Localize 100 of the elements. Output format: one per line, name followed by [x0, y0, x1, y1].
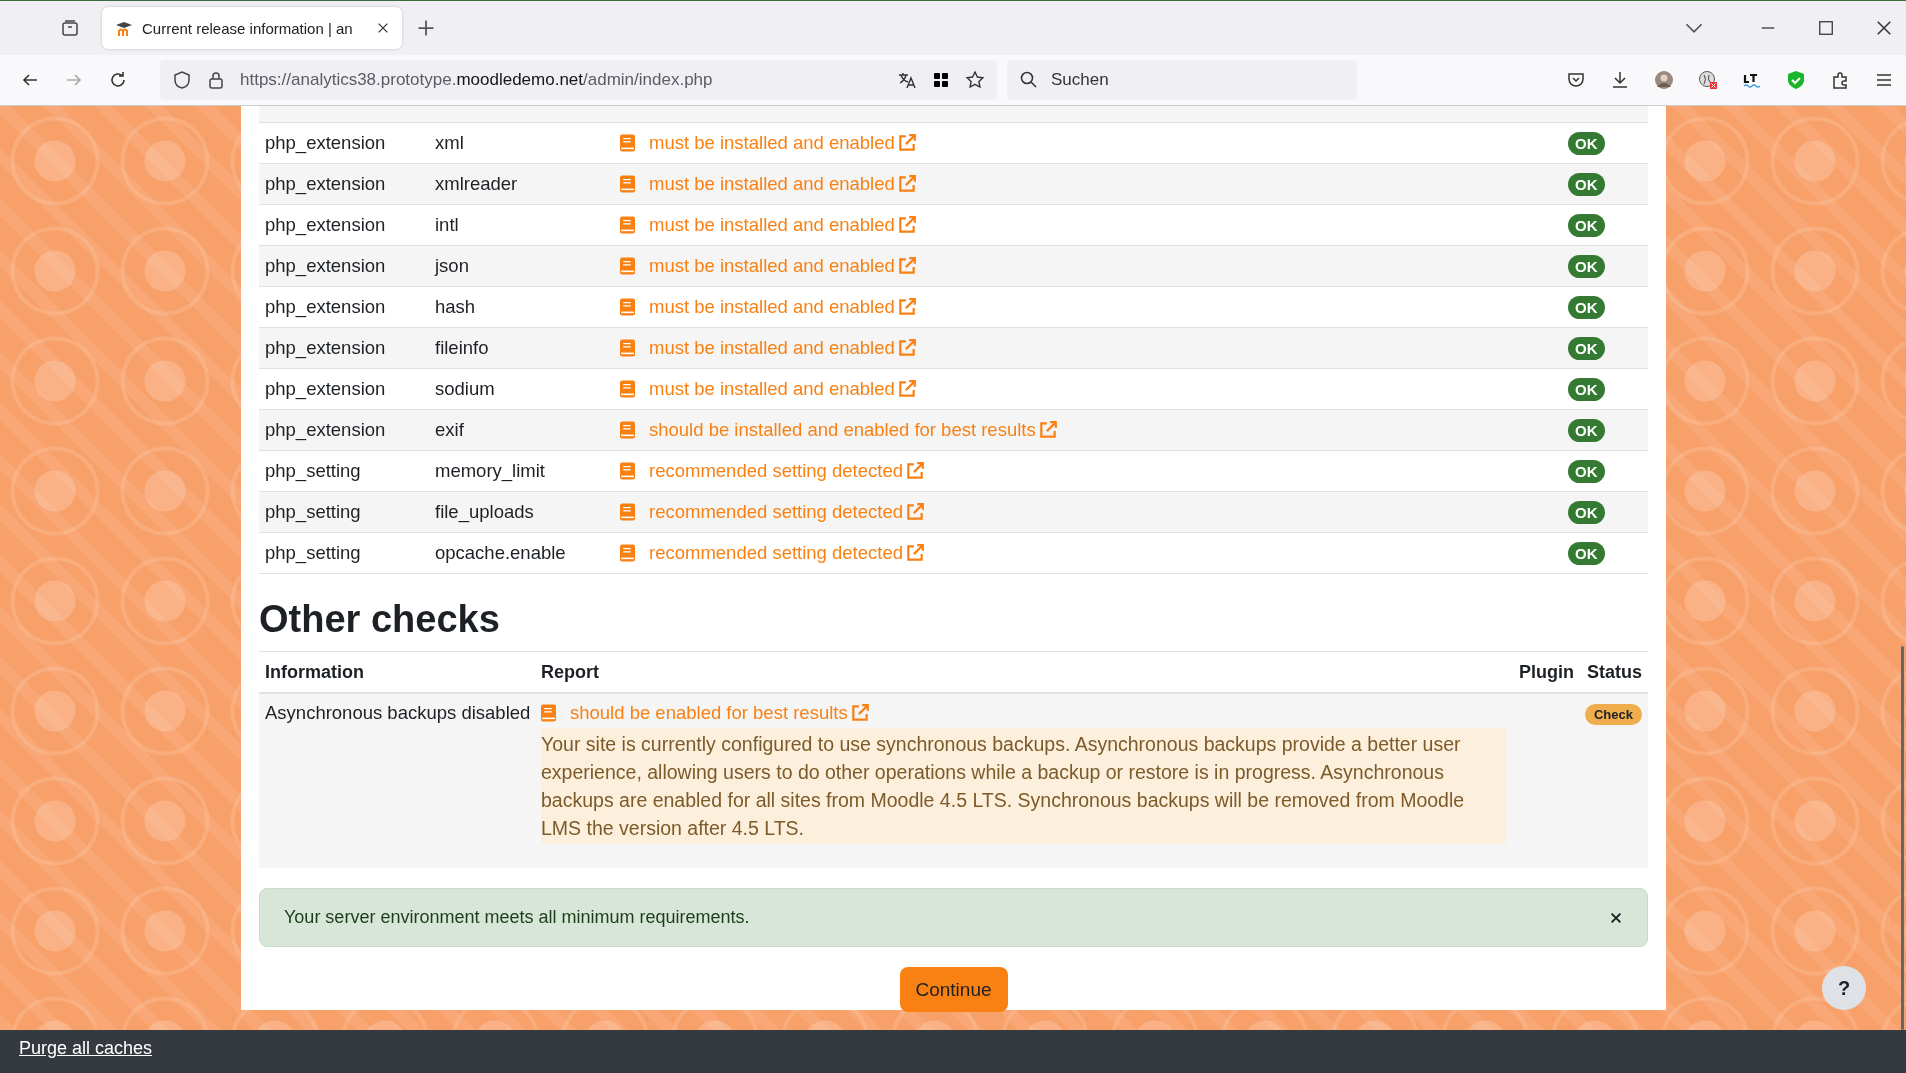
table-cell-text: fileinfo: [435, 337, 490, 359]
scrollbar-thumb[interactable]: [1901, 646, 1904, 1030]
avatar-icon[interactable]: [1654, 70, 1674, 90]
report-link[interactable]: recommended setting detected: [649, 460, 903, 482]
table-cell-text: php_extension: [265, 255, 387, 277]
external-link-icon[interactable]: [896, 215, 917, 235]
table-cell-text: opcache.enable: [435, 542, 567, 564]
table-cell-text: php_setting: [265, 501, 362, 523]
table-cell-text: json: [435, 255, 470, 277]
table-cell-text: php_extension: [265, 296, 387, 318]
table-cell-text: sodium: [435, 378, 496, 400]
warning-callout: Your site is currently configured to use synchronous backups. Asynchronous backups provide a better user experience, allowing users to do other operations while a backup or restore is in progress. Asynchronous backups are enabled for all sites from Moodle 4.5 LTS. Synchronous backups will be removed from Moodle LMS the version after 4.5 LTS.: [541, 728, 1506, 844]
column-header: Report: [541, 661, 600, 683]
book-icon: [620, 134, 635, 152]
table-cell-text: file_uploads: [435, 501, 535, 523]
book-icon: [620, 298, 635, 316]
report-link[interactable]: recommended setting detected: [649, 542, 903, 564]
section-heading: Other checks: [259, 598, 501, 641]
table-cell-text: exif: [435, 419, 465, 441]
close-icon[interactable]: [1874, 18, 1894, 38]
status-badge: OK: [1568, 336, 1605, 360]
search-icon: [1019, 70, 1039, 90]
status-badge: OK: [1568, 500, 1605, 524]
table-cell-text: php_setting: [265, 460, 362, 482]
download-icon[interactable]: [1610, 70, 1630, 90]
book-icon: [620, 339, 635, 357]
tab-title: Current release information | an: [142, 19, 354, 37]
external-link-icon[interactable]: [896, 297, 917, 317]
table-cell-text: php_extension: [265, 419, 387, 441]
table-cell-text: memory_limit: [435, 460, 546, 482]
report-link[interactable]: must be installed and enabled: [649, 132, 895, 154]
book-icon: [620, 462, 635, 480]
reload-icon[interactable]: [108, 70, 128, 90]
status-badge: OK: [1568, 295, 1605, 319]
report-link[interactable]: must be installed and enabled: [649, 173, 895, 195]
tab-list-icon[interactable]: [60, 18, 80, 38]
shield-icon[interactable]: [172, 70, 192, 90]
status-badge: OK: [1568, 131, 1605, 155]
table-cell-text: intl: [435, 214, 460, 236]
column-header: Plugin: [1519, 661, 1575, 683]
status-badge: OK: [1568, 418, 1605, 442]
translate-icon[interactable]: [897, 70, 917, 90]
table-cell-text: xml: [435, 132, 465, 154]
table-cell-text: php_extension: [265, 173, 387, 195]
table-cell-text: php_extension: [265, 214, 387, 236]
report-link[interactable]: should be installed and enabled for best results: [649, 419, 1036, 441]
new-tab-icon[interactable]: [416, 18, 436, 38]
status-badge: OK: [1568, 254, 1605, 278]
book-icon: [620, 257, 635, 275]
report-link[interactable]: must be installed and enabled: [649, 337, 895, 359]
column-header: Information: [265, 661, 365, 683]
maximize-icon[interactable]: [1816, 18, 1836, 38]
shield-check-icon[interactable]: [1786, 70, 1806, 90]
star-icon[interactable]: [965, 70, 985, 90]
status-badge: OK: [1568, 377, 1605, 401]
external-link-icon[interactable]: [905, 461, 925, 481]
table-cell-text: php_extension: [265, 378, 387, 400]
book-icon: [620, 216, 635, 234]
book-icon: [620, 421, 635, 439]
book-icon: [620, 380, 635, 398]
book-icon: [620, 175, 635, 193]
report-link[interactable]: must be installed and enabled: [649, 296, 895, 318]
external-link-icon[interactable]: [896, 133, 917, 153]
browser-tab[interactable]: Current release information | an: [102, 7, 402, 49]
extension-icon[interactable]: [1698, 70, 1718, 90]
pocket-icon[interactable]: [1566, 70, 1586, 90]
table-cell-text: php_extension: [265, 337, 387, 359]
url-text: https://analytics38.prototype.moodledemo.net/admin/index.php: [240, 70, 713, 90]
lock-icon[interactable]: [206, 70, 226, 90]
table-cell-text: Asynchronous backups disabled: [265, 702, 532, 724]
status-badge: OK: [1568, 541, 1605, 565]
column-header: Status: [1587, 661, 1642, 683]
report-link[interactable]: recommended setting detected: [649, 501, 903, 523]
help-button[interactable]: ?: [1822, 966, 1866, 1010]
status-badge: OK: [1568, 459, 1605, 483]
table-cell-text: php_extension: [265, 132, 387, 154]
close-icon[interactable]: [376, 21, 390, 35]
report-link[interactable]: must be installed and enabled: [649, 214, 895, 236]
report-link[interactable]: must be installed and enabled: [649, 255, 895, 277]
table-cell-text: xmlreader: [435, 173, 519, 195]
external-link-icon[interactable]: [905, 543, 925, 563]
table-cell-text: hash: [435, 296, 477, 318]
address-bar[interactable]: https://analytics38.prototype.moodledemo.net/admin/index.php: [160, 60, 997, 100]
book-icon: [620, 544, 635, 562]
continue-button[interactable]: Continue: [899, 967, 1008, 1012]
report-link[interactable]: should be enabled for best results: [570, 702, 848, 724]
table-cell-text: php_setting: [265, 542, 362, 564]
status-badge: OK: [1568, 172, 1605, 196]
puzzle-icon[interactable]: [1830, 70, 1850, 90]
report-link[interactable]: must be installed and enabled: [649, 378, 895, 400]
book-icon: [541, 704, 556, 722]
book-icon: [620, 503, 635, 521]
status-badge: OK: [1568, 213, 1605, 237]
alert-text: Your server environment meets all minimum requirements.: [284, 907, 750, 928]
external-link-icon[interactable]: [896, 379, 917, 399]
close-icon[interactable]: [1609, 910, 1623, 925]
purge-caches-link[interactable]: Purge all caches: [19, 1038, 153, 1059]
grid-icon[interactable]: [931, 70, 951, 90]
search-field[interactable]: Suchen: [1007, 60, 1357, 100]
status-badge: Check: [1584, 704, 1642, 725]
